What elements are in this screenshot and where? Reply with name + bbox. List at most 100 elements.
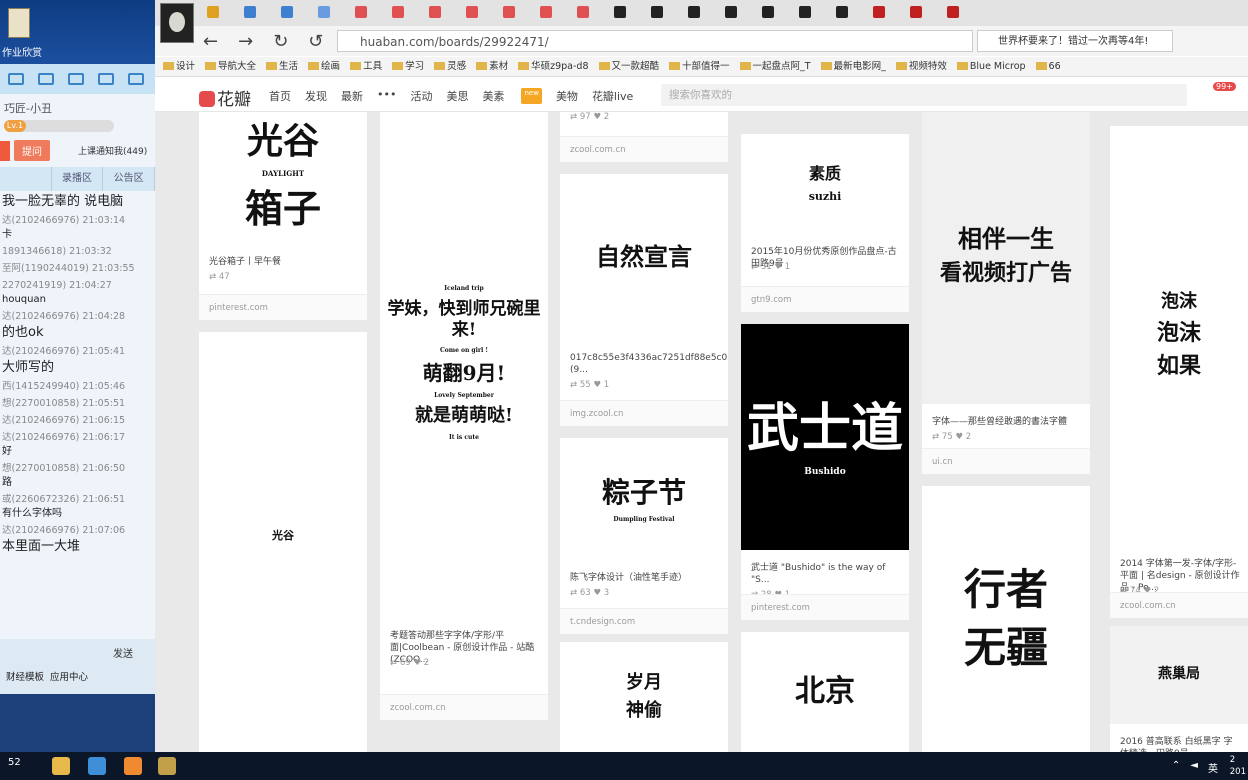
pin-card[interactable]: 相伴一生 看视频打广告 字体——那些曾经敢遇的書法字體 ⇄ 75 ♥ 2 ui.cn [922,112,1090,474]
address-bar[interactable]: huaban.com/boards/29922471/ [337,30,973,52]
forward-icon[interactable]: → [238,31,253,52]
pin-image[interactable]: 光谷 [199,332,367,752]
search-input[interactable]: 搜索你喜欢的 [661,84,1187,106]
browser-tab[interactable] [392,6,404,18]
app-icon[interactable] [124,757,142,775]
tray-up-icon[interactable]: ⌃ [1172,760,1180,775]
avatar[interactable] [160,3,194,43]
huaban-nav-item[interactable]: 活动 [410,88,432,104]
huaban-nav-item[interactable]: 美素 [482,88,504,104]
bookmark-item[interactable]: 最新电影网_ [820,57,886,76]
bookmark-item[interactable]: 学习 [392,57,424,76]
pin-card[interactable]: ⇄ 97 ♥ 2 zcool.com.cn [560,112,728,162]
pin-card[interactable]: 北京 [741,632,909,752]
bookmark-item[interactable]: Blue Microp [956,57,1026,76]
bookmark-item[interactable]: 工具 [350,57,382,76]
notification-badge[interactable]: 99+ [1213,82,1236,91]
reload-icon[interactable]: ↻ [273,31,288,52]
pin-image[interactable]: 燕巢局 [1110,626,1248,724]
browser-tab[interactable] [207,6,219,18]
close-icon[interactable] [128,73,144,85]
bookmark-item[interactable]: 华硕z9pa-d8 [518,57,589,76]
pin-source[interactable]: pinterest.com [199,294,367,320]
pin-image[interactable]: 素质 suzhi [741,134,909,234]
browser-tab[interactable] [836,6,848,18]
browser-tab[interactable] [910,6,922,18]
bookmark-item[interactable]: 导航大全 [205,57,256,76]
pin-source[interactable]: ui.cn [922,448,1090,474]
pin-card[interactable]: 岁月 神偷 [560,642,728,752]
pin-image[interactable]: Iceland trip 学妹，快到师兄碗里来! Come on girl ! 萌翻9… [380,112,548,618]
pin-source[interactable]: zcool.com.cn [380,694,548,720]
pin-source[interactable]: zcool.com.cn [1110,592,1248,618]
download-icon[interactable] [68,73,84,85]
pin-source[interactable]: zcool.com.cn [560,136,728,162]
undo-icon[interactable]: ↺ [308,31,323,52]
browser-tab[interactable] [947,6,959,18]
pin-card[interactable]: 武士道 Bushido 武士道 "Bushido" is the way of "S… [741,324,909,620]
bookmark-item[interactable]: 十部值得一 [669,57,730,76]
explorer-icon[interactable] [52,757,70,775]
pin-card[interactable]: 粽子节 Dumpling Festival 陈飞字体设计（油性笔手迹） ⇄ 63 ♥ … [560,438,728,634]
browser-tab[interactable] [466,6,478,18]
browser-tab[interactable] [244,6,256,18]
huaban-nav-item[interactable]: 花瓣live [592,88,633,104]
volume-icon[interactable]: ◄ [1190,760,1198,775]
send-button[interactable]: 发送 [113,645,133,660]
browser-tab[interactable] [503,6,515,18]
pin-card[interactable]: 素质 suzhi 2015年10月份优秀原创作品盘点-古田路9号 ⇄ 31 ♥ 1 gt… [741,134,909,312]
pin-card[interactable]: 泡沫 泡沫 如果 2014 字体第一发-字体/字形-平面 | 名design - 原创… [1110,126,1248,618]
pin-source[interactable]: gtn9.com [741,286,909,312]
tab-chat[interactable] [0,167,52,191]
bookmark-item[interactable]: 又一款超酷 [598,57,659,76]
bookmark-item[interactable]: 视频特效 [895,57,947,76]
browser-tab[interactable] [873,6,885,18]
bookmark-item[interactable]: 一起盘点阿_T [739,57,811,76]
pin-card[interactable]: 光谷 DAYLIGHT 箱子 光谷箱子丨早午餐 ⇄ 47 pinterest.com [199,112,367,320]
pin-image[interactable]: 武士道 Bushido [741,324,909,550]
pin-image[interactable]: 相伴一生 看视频打广告 [922,112,1090,404]
pin-image[interactable]: 北京 [741,632,909,752]
bookmark-item[interactable]: 绘画 [308,57,340,76]
bookmark-item[interactable]: 66 [1035,57,1061,76]
huaban-logo[interactable]: 花瓣 [199,85,251,110]
browser-tab[interactable] [281,6,293,18]
pin-image[interactable]: 粽子节 Dumpling Festival [560,438,728,560]
folder-icon[interactable] [8,8,30,38]
bookmark-item[interactable]: 设计 [163,57,195,76]
pin-card[interactable]: 行者 无疆 [922,486,1090,752]
huaban-nav-item[interactable]: 美思 [446,88,468,104]
back-icon[interactable]: ← [203,31,218,52]
clock[interactable]: 2 201 [1230,754,1246,778]
pin-image[interactable]: 岁月 神偷 [560,642,728,752]
bookmark-item[interactable]: 素材 [476,57,508,76]
pin-card[interactable]: Iceland trip 学妹，快到师兄碗里来! Come on girl ! 萌翻9… [380,112,548,720]
browser-tab[interactable] [762,6,774,18]
pin-card[interactable]: 燕巢局 2016 普高联系 白纸黑字 字体精选 - 田路9号 [1110,626,1248,752]
pin-source[interactable]: pinterest.com [741,594,909,620]
pin-card[interactable]: 自然宣言 017c8c55e3f4336ac7251df88e5c02.jpg@9… [560,174,728,426]
pin-image[interactable]: 泡沫 泡沫 如果 [1110,126,1248,546]
ime-indicator[interactable]: 英 [1208,760,1218,775]
browser-tab[interactable] [355,6,367,18]
huaban-nav-item[interactable]: 最新 [341,88,363,104]
browser-tab[interactable] [540,6,552,18]
screen-icon[interactable] [8,73,24,85]
pin-image[interactable]: 行者 无疆 [922,486,1090,752]
pin-image[interactable]: 光谷 DAYLIGHT 箱子 [199,112,367,244]
subscribe-checkbox[interactable]: 上课通知我(449) [78,144,147,157]
finance-template-button[interactable]: 财经模板 [6,669,44,683]
tab-notices[interactable]: 公告区 [103,167,155,191]
tab-recordings[interactable]: 录播区 [52,167,104,191]
browser-tab[interactable] [318,6,330,18]
browser-tab[interactable] [725,6,737,18]
app-center-button[interactable]: 应用中心 [50,669,88,683]
pin-source[interactable]: t.cndesign.com [560,608,728,634]
bookmark-item[interactable]: 生活 [266,57,298,76]
browser-tab[interactable] [688,6,700,18]
browser-icon[interactable] [88,757,106,775]
pin-source[interactable]: img.zcool.cn [560,400,728,426]
qq-icon[interactable] [158,757,176,775]
gamepad-icon[interactable] [38,73,54,85]
ask-button[interactable]: 提问 [14,140,50,161]
